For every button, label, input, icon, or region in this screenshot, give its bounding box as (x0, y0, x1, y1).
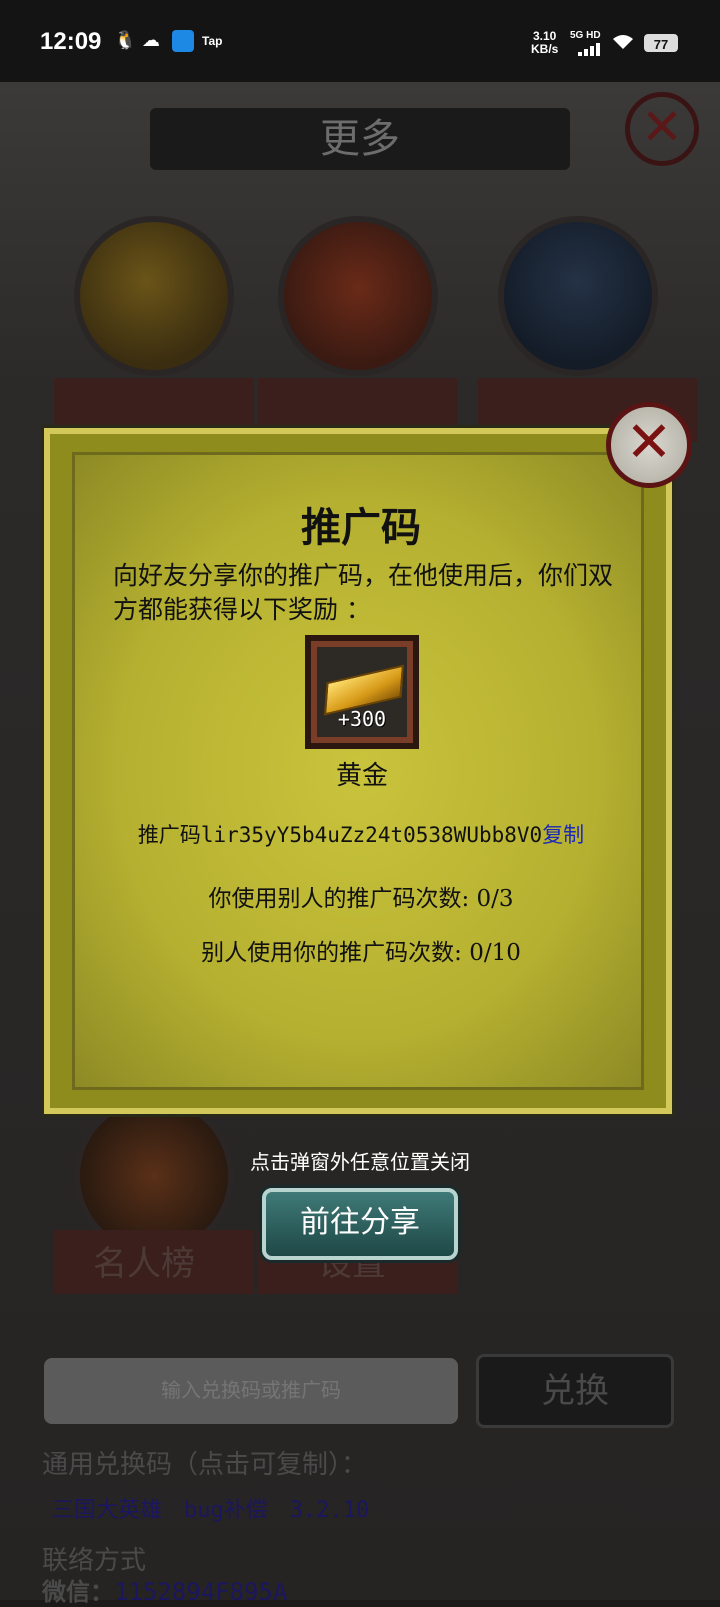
used-others-count: 你使用别人的推广码次数: 0/3 (208, 886, 514, 912)
contact-value[interactable]: 1152894F895A (114, 1578, 287, 1606)
tap-label: Tap (202, 34, 223, 48)
network-type: 5G HD (570, 30, 601, 41)
general-code-label: 通用兑换码（点击可复制）： (42, 1450, 368, 1480)
copy-link[interactable]: 复制 (542, 823, 584, 847)
network-speed: 3.10 KB/s (531, 29, 559, 56)
wifi-icon (613, 35, 633, 49)
menu-label-famous[interactable]: 名人榜 (44, 1236, 244, 1285)
menu-circle-mingwang[interactable] (278, 216, 438, 376)
reward-slot-inner: +300 (317, 647, 407, 737)
close-icon[interactable]: ✕ (606, 402, 692, 488)
page-title: 更多 (150, 108, 570, 170)
close-hint: 点击弹窗外任意位置关闭 (250, 1150, 470, 1174)
status-time: 12:09 (40, 28, 102, 55)
reward-slot: +300 (305, 635, 419, 749)
status-bar: 12:09 🐧 ☁ Tap 3.10 KB/s 5G HD 77 (0, 0, 720, 82)
modal-panel: 推广码 向好友分享你的推广码，在他使用后，你们双方都能获得以下奖励 ： +300… (72, 452, 644, 1090)
modal-description: 向好友分享你的推广码，在他使用后，你们双方都能获得以下奖励 ： (113, 561, 614, 624)
redeem-button[interactable]: 兑换 (476, 1354, 674, 1428)
contact-info: 微信：1152894F895A (42, 1572, 287, 1607)
app-icon (172, 30, 194, 52)
referral-code: lir35yY5b4uZz24t0538WUbb8V0 (200, 823, 543, 847)
signal-icon (578, 42, 602, 56)
referral-code-line: 推广码lir35yY5b4uZz24t0538WUbb8V0复制 (75, 819, 647, 849)
modal-title: 推广码 (301, 504, 421, 551)
menu-circle-shizhen[interactable] (74, 216, 234, 376)
others-used-count: 别人使用你的推广码次数: 0/10 (201, 940, 521, 966)
reward-amount: +300 (337, 707, 387, 731)
redeem-code-input[interactable] (44, 1358, 458, 1424)
reward-name: 黄金 (335, 761, 388, 791)
close-page-icon[interactable]: ✕ (625, 92, 699, 166)
battery-icon: 77 (644, 34, 678, 52)
referral-modal: 推广码 向好友分享你的推广码，在他使用后，你们双方都能获得以下奖励 ： +300… (44, 428, 672, 1114)
menu-circle-sanguo[interactable] (498, 216, 658, 376)
code-prefix: 推广码 (137, 823, 201, 847)
share-button[interactable]: 前往分享 (262, 1188, 458, 1260)
contact-prefix: 微信： (42, 1577, 114, 1606)
general-code[interactable]: 三国大英雄 bug补偿 3.2.10 (52, 1492, 369, 1524)
qq-icon: 🐧 (114, 30, 137, 51)
cloud-icon: ☁ (142, 30, 160, 51)
